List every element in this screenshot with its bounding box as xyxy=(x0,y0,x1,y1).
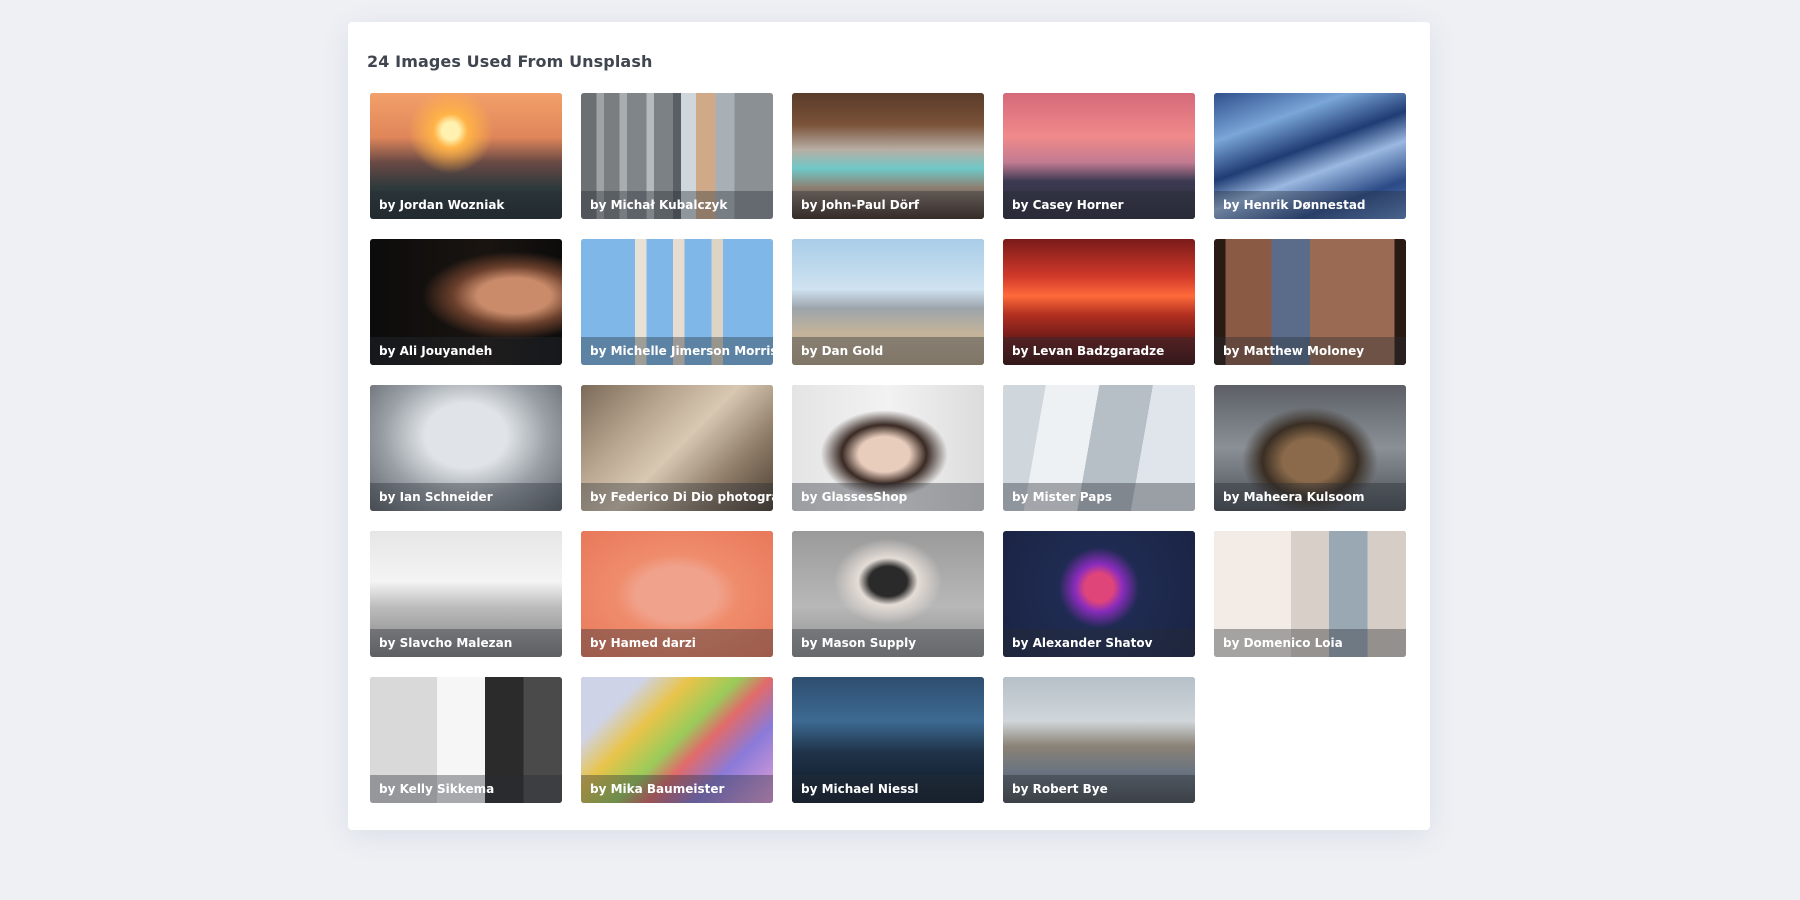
photo-credit: by Federico Di Dio photography xyxy=(581,483,773,511)
photo-credit: by Michelle Jimerson Morris xyxy=(581,337,773,365)
image-card[interactable]: by Casey Horner xyxy=(1003,93,1195,219)
image-card[interactable]: by Hamed darzi xyxy=(581,531,773,657)
image-card[interactable]: by Mister Paps xyxy=(1003,385,1195,511)
photo-credit: by John-Paul Dörf xyxy=(792,191,984,219)
photo-credit: by Ian Schneider xyxy=(370,483,562,511)
photo-credit: by Mister Paps xyxy=(1003,483,1195,511)
image-card[interactable]: by Levan Badzgaradze xyxy=(1003,239,1195,365)
photo-credit: by Henrik Dønnestad xyxy=(1214,191,1406,219)
image-card[interactable]: by Domenico Loia xyxy=(1214,531,1406,657)
photo-credit: by Michael Niessl xyxy=(792,775,984,803)
photo-credit: by Robert Bye xyxy=(1003,775,1195,803)
panel-title: 24 Images Used From Unsplash xyxy=(367,52,652,71)
image-card[interactable]: by Michael Niessl xyxy=(792,677,984,803)
photo-credit: by Ali Jouyandeh xyxy=(370,337,562,365)
photo-credit: by GlassesShop xyxy=(792,483,984,511)
photo-credit: by Matthew Moloney xyxy=(1214,337,1406,365)
image-card[interactable]: by John-Paul Dörf xyxy=(792,93,984,219)
image-card[interactable]: by Alexander Shatov xyxy=(1003,531,1195,657)
image-card[interactable]: by Mason Supply xyxy=(792,531,984,657)
photo-credit: by Mika Baumeister xyxy=(581,775,773,803)
image-card[interactable]: by Maheera Kulsoom xyxy=(1214,385,1406,511)
photo-credit: by Domenico Loia xyxy=(1214,629,1406,657)
photo-credit: by Alexander Shatov xyxy=(1003,629,1195,657)
image-card[interactable]: by Federico Di Dio photography xyxy=(581,385,773,511)
image-grid: by Jordan Wozniak by Michał Kubalczyk by… xyxy=(370,93,1410,803)
photo-credit: by Maheera Kulsoom xyxy=(1214,483,1406,511)
photo-credit: by Slavcho Malezan xyxy=(370,629,562,657)
image-card[interactable]: by Dan Gold xyxy=(792,239,984,365)
image-card[interactable]: by Slavcho Malezan xyxy=(370,531,562,657)
image-card[interactable]: by Ali Jouyandeh xyxy=(370,239,562,365)
image-card[interactable]: by Henrik Dønnestad xyxy=(1214,93,1406,219)
image-card[interactable]: by Michał Kubalczyk xyxy=(581,93,773,219)
photo-credit: by Mason Supply xyxy=(792,629,984,657)
image-credits-panel: 24 Images Used From Unsplash by Jordan W… xyxy=(348,22,1430,830)
photo-credit: by Casey Horner xyxy=(1003,191,1195,219)
photo-credit: by Hamed darzi xyxy=(581,629,773,657)
image-card[interactable]: by Matthew Moloney xyxy=(1214,239,1406,365)
image-card[interactable]: by Robert Bye xyxy=(1003,677,1195,803)
photo-credit: by Jordan Wozniak xyxy=(370,191,562,219)
image-card[interactable]: by Michelle Jimerson Morris xyxy=(581,239,773,365)
photo-credit: by Kelly Sikkema xyxy=(370,775,562,803)
image-card[interactable]: by Ian Schneider xyxy=(370,385,562,511)
photo-credit: by Dan Gold xyxy=(792,337,984,365)
image-card[interactable]: by Mika Baumeister xyxy=(581,677,773,803)
photo-credit: by Levan Badzgaradze xyxy=(1003,337,1195,365)
photo-credit: by Michał Kubalczyk xyxy=(581,191,773,219)
image-card[interactable]: by Kelly Sikkema xyxy=(370,677,562,803)
image-card[interactable]: by Jordan Wozniak xyxy=(370,93,562,219)
image-card[interactable]: by GlassesShop xyxy=(792,385,984,511)
